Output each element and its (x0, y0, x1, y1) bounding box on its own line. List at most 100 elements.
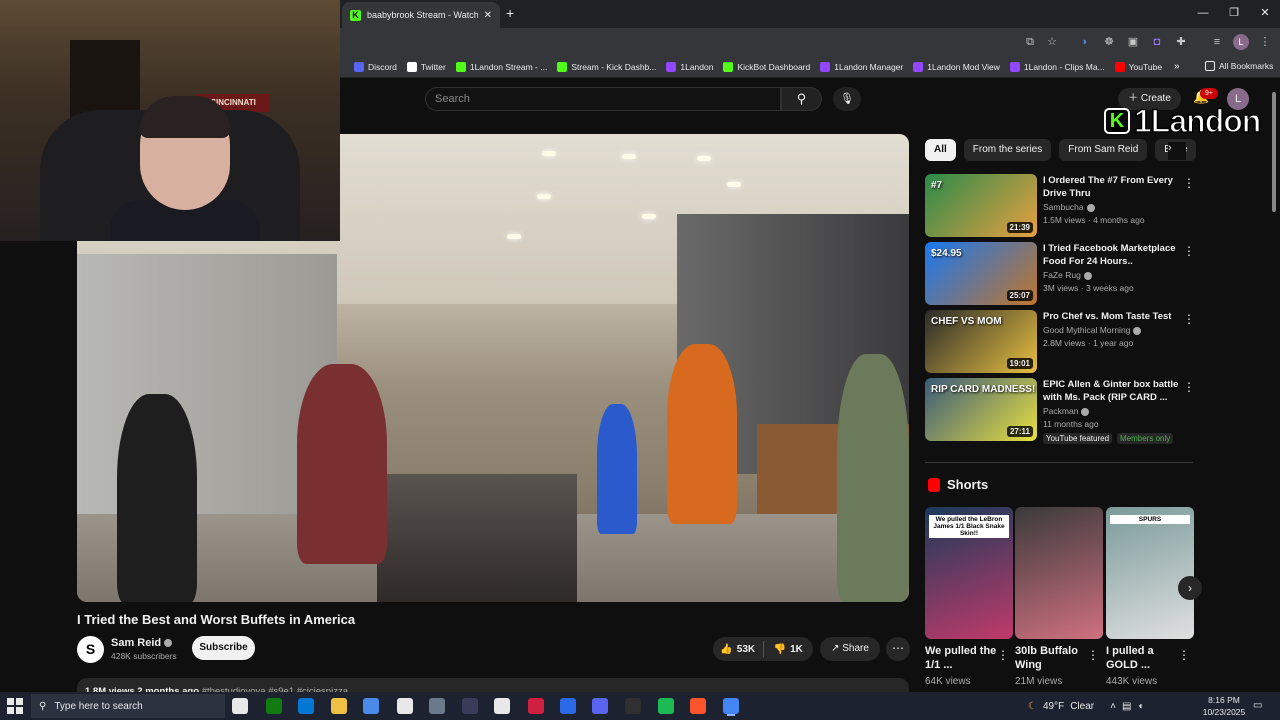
bookmark-item[interactable]: Discord (354, 61, 397, 72)
bookmark-item[interactable]: YouTube (1114, 61, 1162, 72)
close-tab-icon[interactable]: ✕ (484, 10, 492, 21)
shorts-next-chevron-icon[interactable]: › (1178, 576, 1202, 600)
twitch-extension-icon[interactable]: ◘ (1149, 34, 1165, 50)
bookmark-item[interactable]: Twitter (406, 61, 446, 72)
subscribe-button[interactable]: Subscribe (192, 636, 255, 660)
video-title[interactable]: Pro Chef vs. Mom Taste Test (1043, 310, 1183, 323)
extension-1-icon[interactable]: ◗ (1077, 34, 1093, 50)
tab-title: baabybrook Stream - Watch Li (367, 10, 478, 20)
active-tab[interactable]: K baabybrook Stream - Watch Li ✕ (342, 2, 500, 28)
app-red-icon[interactable] (528, 698, 544, 714)
channel-name[interactable]: Sambucha (1043, 202, 1095, 212)
short-title[interactable]: 30lb Buffalo Wing (1015, 644, 1089, 672)
video-title[interactable]: EPIC Allen & Ginter box battle with Ms. … (1043, 378, 1183, 404)
dislike-button[interactable]: 👎 1K (764, 644, 814, 655)
cast-icon[interactable]: ⧉ (1022, 34, 1038, 50)
browser-menu-icon[interactable]: ⋮ (1257, 34, 1273, 50)
file-explorer-icon[interactable] (331, 698, 347, 714)
taskbar-clock[interactable]: 8:16 PM 10/23/2025 (1197, 694, 1251, 718)
more-options-icon[interactable]: ⋮ (1183, 312, 1195, 326)
restore-icon[interactable]: ❐ (1219, 4, 1249, 22)
microphone-icon[interactable]: 🎙 (833, 87, 861, 111)
spotify-icon[interactable] (658, 698, 674, 714)
all-bookmarks[interactable]: All Bookmarks (1205, 61, 1273, 71)
recommendation-item[interactable]: $24.95 25:07 I Tried Facebook Marketplace … (925, 242, 1195, 305)
bookmark-item[interactable]: KickBot Dashboard (723, 61, 810, 72)
video-thumbnail[interactable]: CHEF VS MOM 19:01 (925, 310, 1037, 373)
search-input[interactable]: Search (425, 87, 781, 111)
close-window-icon[interactable]: ✕ (1250, 4, 1280, 22)
app-blue-icon[interactable] (560, 698, 576, 714)
scrollbar-thumb[interactable] (1272, 92, 1276, 212)
video-title[interactable]: I Ordered The #7 From Every Drive Thru (1043, 174, 1183, 200)
bookmark-item[interactable]: 1Landon - Clips Ma... (1009, 61, 1105, 72)
volume-icon[interactable]: ◖ (1137, 701, 1143, 712)
taskbar-search-input[interactable]: ⚲ Type here to search (31, 694, 225, 718)
channel-name[interactable]: Good Mythical Morning (1043, 325, 1142, 335)
more-options-icon[interactable]: ⋮ (1087, 648, 1099, 662)
like-button[interactable]: 👍 53K (713, 644, 763, 655)
weather-desc[interactable]: Clear (1070, 701, 1094, 712)
channel-name[interactable]: Packman (1043, 406, 1090, 416)
media-player-icon[interactable] (462, 698, 478, 714)
minimize-icon[interactable]: — (1188, 4, 1218, 22)
short-thumbnail[interactable] (1015, 507, 1103, 639)
bookmark-item[interactable]: Stream - Kick Dashb... (557, 61, 656, 72)
more-actions-icon[interactable]: ⋯ (886, 637, 910, 661)
search-icon: ⚲ (39, 700, 47, 712)
edge-icon[interactable] (298, 698, 314, 714)
bookmark-star-icon[interactable]: ☆ (1044, 34, 1060, 50)
discord-icon[interactable] (592, 698, 608, 714)
channel-name[interactable]: FaZe Rug (1043, 270, 1092, 280)
notification-center-icon[interactable]: ▭ (1253, 700, 1267, 712)
short-title[interactable]: I pulled a GOLD ... (1106, 644, 1180, 672)
video-thumbnail[interactable]: #7 21:39 (925, 174, 1037, 237)
weather-temp[interactable]: 49°F (1043, 701, 1064, 712)
windows-start-icon[interactable] (7, 698, 23, 714)
more-options-icon[interactable]: ⋮ (997, 648, 1009, 662)
gear-icon[interactable] (494, 698, 510, 714)
more-options-icon[interactable]: ⋮ (1183, 380, 1195, 394)
recommendation-item[interactable]: #7 21:39 I Ordered The #7 From Every Drive… (925, 174, 1195, 237)
short-thumbnail[interactable]: SPURS (1106, 507, 1194, 639)
tray-chevron-icon[interactable]: ˄ (1110, 701, 1116, 712)
filter-chip[interactable]: All (925, 139, 956, 161)
network-icon[interactable]: ▤ (1122, 701, 1131, 712)
short-thumbnail[interactable]: We pulled the LeBron James 1/1 Black Sna… (925, 507, 1013, 639)
filter-chip[interactable]: From the series (963, 139, 1052, 161)
video-thumbnail[interactable]: $24.95 25:07 (925, 242, 1037, 305)
filter-chip[interactable]: From Sam Reid (1059, 139, 1148, 161)
more-options-icon[interactable]: ⋮ (1178, 648, 1190, 662)
bookmark-item[interactable]: 1Landon Mod View (913, 61, 1000, 72)
channel-avatar[interactable]: S (77, 636, 104, 663)
task-view-icon[interactable] (232, 698, 248, 714)
bookmark-item[interactable]: 1Landon Stream - ... (455, 61, 547, 72)
search-icon[interactable]: ⚲ (781, 87, 822, 111)
video-title[interactable]: I Tried Facebook Marketplace Food For 24… (1043, 242, 1183, 268)
obs-icon[interactable] (625, 698, 641, 714)
bookmark-item[interactable]: 1Landon (666, 61, 713, 72)
share-button[interactable]: ↗ Share (820, 637, 880, 661)
store-icon[interactable] (363, 698, 379, 714)
chevron-right-icon[interactable]: › (1168, 142, 1186, 160)
extensions-puzzle-icon[interactable]: ✚ (1173, 34, 1189, 50)
bookmark-item[interactable]: 1Landon Manager (820, 61, 903, 72)
extension-2-icon[interactable]: ☸ (1101, 34, 1117, 50)
settings-gear-icon[interactable] (397, 698, 413, 714)
recommendation-item[interactable]: RIP CARD MADNESS! 27:11 EPIC Allen & Ginte… (925, 378, 1195, 444)
short-title[interactable]: We pulled the 1/1 ... (925, 644, 999, 672)
brave-icon[interactable] (690, 698, 706, 714)
chrome-icon[interactable] (723, 698, 739, 714)
calculator-icon[interactable] (429, 698, 445, 714)
more-options-icon[interactable]: ⋮ (1183, 176, 1195, 190)
new-tab-button[interactable]: + (506, 5, 514, 21)
video-thumbnail[interactable]: RIP CARD MADNESS! 27:11 (925, 378, 1037, 441)
more-options-icon[interactable]: ⋮ (1183, 244, 1195, 258)
xbox-icon[interactable] (266, 698, 282, 714)
media-control-icon[interactable]: ≡ (1209, 34, 1225, 50)
more-bookmarks-icon[interactable]: » (1174, 61, 1180, 72)
extension-3-icon[interactable]: ▣ (1125, 34, 1141, 50)
profile-avatar[interactable]: L (1233, 34, 1249, 50)
recommendation-item[interactable]: CHEF VS MOM 19:01 Pro Chef vs. Mom Taste T… (925, 310, 1195, 373)
channel-name[interactable]: Sam Reid (111, 637, 173, 649)
